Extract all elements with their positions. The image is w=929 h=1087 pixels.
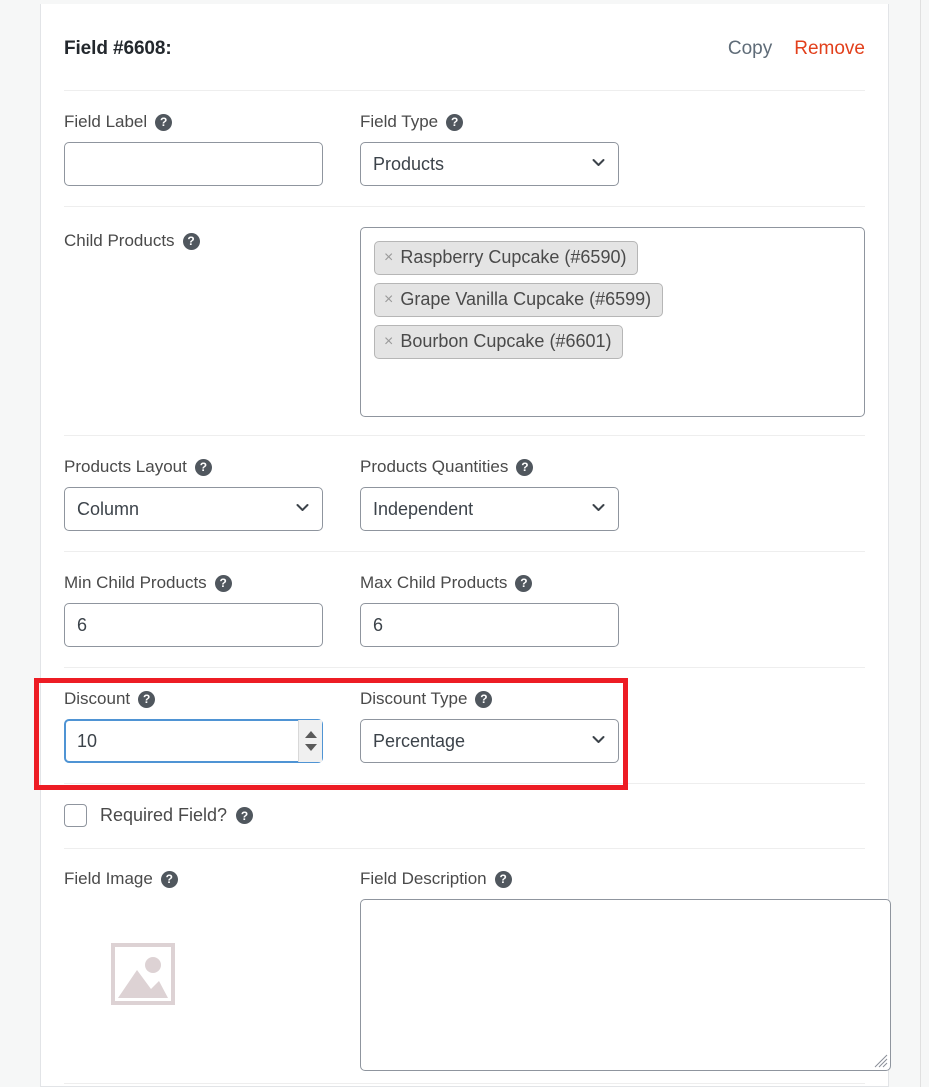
help-icon[interactable]: ? [516, 458, 534, 476]
products-quantities-select[interactable]: Independent [360, 487, 619, 531]
child-products-caption: Child Products ? [64, 231, 360, 251]
header-actions: Copy Remove [728, 38, 865, 60]
list-item[interactable]: × Raspberry Cupcake (#6590) [374, 241, 639, 275]
field-type-value: Products [373, 153, 445, 174]
help-icon[interactable]: ? [214, 574, 232, 592]
field-label-group: Field Label ? [64, 112, 360, 186]
row-required-field: Required Field? ? [64, 784, 865, 849]
field-label-text: Field Label [64, 112, 148, 131]
products-quantities-text: Products Quantities [360, 457, 509, 476]
discount-type-select[interactable]: Percentage [360, 719, 619, 763]
field-label-input[interactable] [64, 142, 323, 186]
required-field-label: Required Field? ? [100, 805, 254, 826]
row-image-description: Field Image ? Field Description ? [64, 849, 891, 1071]
discount-caption: Discount ? [64, 689, 345, 709]
max-child-products-input[interactable] [360, 603, 619, 647]
help-icon[interactable]: ? [475, 690, 493, 708]
chevron-down-icon [296, 501, 309, 514]
field-description-caption: Field Description ? [360, 869, 891, 889]
products-layout-value: Column [77, 498, 140, 519]
field-type-text: Field Type [360, 112, 439, 131]
row-layout-quantities: Products Layout ? Column Products Quanti… [64, 436, 865, 552]
field-description-textarea[interactable] [360, 899, 891, 1071]
row-discount: Discount ? Discount Type ? [64, 668, 865, 784]
row-label-type: Field Label ? Field Type ? Products [64, 91, 865, 207]
tag-label: Bourbon Cupcake (#6601) [400, 331, 612, 351]
child-products-multiselect[interactable]: × Raspberry Cupcake (#6590) × Grape Vani… [360, 227, 865, 417]
help-icon[interactable]: ? [494, 870, 512, 888]
field-description-text: Field Description [360, 869, 487, 888]
stepper-up-icon[interactable] [304, 731, 317, 738]
list-item[interactable]: × Bourbon Cupcake (#6601) [374, 325, 624, 359]
max-child-products-caption: Max Child Products ? [360, 573, 850, 593]
child-products-label-group: Child Products ? [64, 227, 360, 261]
field-image-caption: Field Image ? [64, 869, 360, 889]
products-layout-group: Products Layout ? Column [64, 457, 360, 531]
discount-type-text: Discount Type [360, 689, 468, 708]
row-min-max-child-products: Min Child Products ? Max Child Products … [64, 552, 865, 668]
discount-type-value: Percentage [373, 730, 466, 751]
resize-handle[interactable] [874, 1054, 888, 1068]
help-icon[interactable]: ? [155, 113, 173, 131]
products-layout-select[interactable]: Column [64, 487, 323, 531]
tag-label: Grape Vanilla Cupcake (#6599) [400, 289, 652, 309]
help-icon[interactable]: ? [194, 458, 212, 476]
chevron-down-icon [592, 156, 605, 169]
chevron-down-icon [592, 733, 605, 746]
image-placeholder-icon[interactable] [109, 941, 177, 1007]
page-title: Field #6608: [64, 38, 172, 59]
required-field-checkbox[interactable] [64, 804, 87, 827]
min-child-products-group: Min Child Products ? [64, 573, 360, 647]
help-icon[interactable]: ? [515, 574, 533, 592]
products-quantities-value: Independent [373, 498, 474, 519]
required-field-text: Required Field? [100, 805, 228, 825]
max-child-products-text: Max Child Products [360, 573, 508, 592]
products-quantities-caption: Products Quantities ? [360, 457, 850, 477]
help-icon[interactable]: ? [138, 690, 156, 708]
field-type-group: Field Type ? Products [360, 112, 865, 186]
products-layout-caption: Products Layout ? [64, 457, 345, 477]
stepper-down-icon[interactable] [304, 744, 317, 751]
chevron-down-icon [592, 501, 605, 514]
min-child-products-text: Min Child Products [64, 573, 207, 592]
field-type-caption: Field Type ? [360, 112, 850, 132]
help-icon[interactable]: ? [182, 232, 200, 250]
quantity-stepper[interactable] [298, 720, 322, 762]
discount-group: Discount ? [64, 689, 360, 763]
row-child-products: Child Products ? × Raspberry Cupcake (#6… [64, 207, 865, 436]
products-quantities-group: Products Quantities ? Independent [360, 457, 865, 531]
page-right-rule [920, 0, 921, 1087]
close-icon[interactable]: × [384, 333, 393, 350]
field-image-group: Field Image ? [64, 869, 360, 1071]
copy-button[interactable]: Copy [728, 38, 772, 60]
help-icon[interactable]: ? [160, 870, 178, 888]
discount-type-group: Discount Type ? Percentage [360, 689, 865, 763]
discount-text: Discount [64, 689, 131, 708]
remove-button[interactable]: Remove [794, 38, 865, 60]
child-products-text: Child Products [64, 231, 175, 250]
help-icon[interactable]: ? [446, 113, 464, 131]
page-background: Field #6608: Copy Remove Field Label ? F… [0, 0, 929, 1087]
close-icon[interactable]: × [384, 249, 393, 266]
field-image-text: Field Image [64, 869, 153, 888]
list-item[interactable]: × Grape Vanilla Cupcake (#6599) [374, 283, 664, 317]
field-label-caption: Field Label ? [64, 112, 345, 132]
field-description-group: Field Description ? [360, 869, 891, 1071]
products-layout-text: Products Layout [64, 457, 187, 476]
field-type-select[interactable]: Products [360, 142, 619, 186]
discount-type-caption: Discount Type ? [360, 689, 850, 709]
min-child-products-caption: Min Child Products ? [64, 573, 345, 593]
card-header: Field #6608: Copy Remove [64, 4, 865, 91]
help-icon[interactable]: ? [236, 807, 254, 824]
min-child-products-input[interactable] [64, 603, 323, 647]
field-image-thumb-wrap [64, 899, 360, 1049]
bottom-divider [64, 1083, 865, 1084]
field-settings-card: Field #6608: Copy Remove Field Label ? F… [40, 4, 891, 1087]
max-child-products-group: Max Child Products ? [360, 573, 865, 647]
discount-input[interactable] [64, 719, 323, 763]
close-icon[interactable]: × [384, 291, 393, 308]
tag-label: Raspberry Cupcake (#6590) [400, 247, 627, 267]
